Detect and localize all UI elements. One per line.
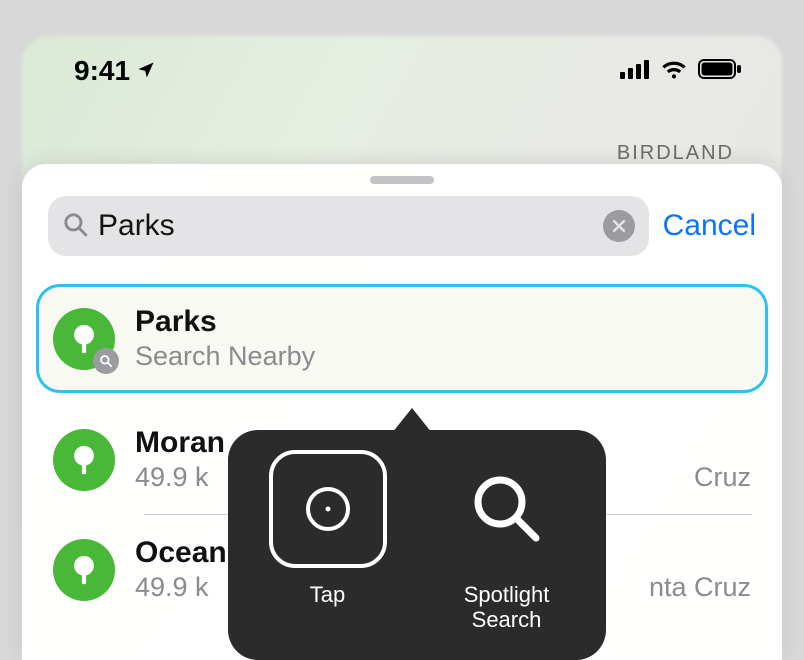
park-category-icon [53, 429, 115, 491]
cell-signal-icon [620, 59, 650, 84]
result-locality: nta Cruz [649, 572, 751, 603]
result-subtitle: Search Nearby [135, 341, 315, 372]
switch-control-popover: Tap Spotlight Search [228, 430, 606, 660]
map-district-label: BIRDLAND [617, 142, 734, 165]
battery-icon [698, 59, 742, 84]
tap-icon [269, 450, 387, 568]
status-icons [620, 59, 742, 84]
panel-grabber[interactable] [370, 176, 434, 184]
popover-item-label: Tap [310, 582, 345, 607]
result-parks[interactable]: Parks Search Nearby [36, 284, 768, 393]
wifi-icon [660, 59, 688, 84]
search-icon [62, 211, 88, 242]
status-bar: 9:41 [22, 44, 782, 98]
result-title: Parks [135, 305, 315, 339]
status-time: 9:41 [74, 55, 130, 87]
spotlight-search-icon [466, 450, 548, 568]
result-distance: 49.9 k [135, 572, 209, 603]
park-category-icon [53, 308, 115, 370]
location-arrow-icon [136, 55, 156, 87]
search-query-text: Parks [98, 209, 593, 243]
search-row: Parks Cancel [22, 196, 782, 256]
park-category-icon [53, 539, 115, 601]
status-time-group: 9:41 [74, 55, 156, 87]
search-input[interactable]: Parks [48, 196, 649, 256]
popover-tap-button[interactable]: Tap [238, 450, 417, 646]
clear-search-button[interactable] [603, 210, 635, 242]
result-locality: Cruz [694, 462, 751, 493]
popover-spotlight-button[interactable]: Spotlight Search [417, 450, 596, 646]
cancel-button[interactable]: Cancel [663, 209, 756, 243]
nearby-search-badge-icon [93, 348, 119, 374]
popover-item-label: Spotlight Search [464, 582, 550, 633]
result-distance: 49.9 k [135, 462, 209, 493]
